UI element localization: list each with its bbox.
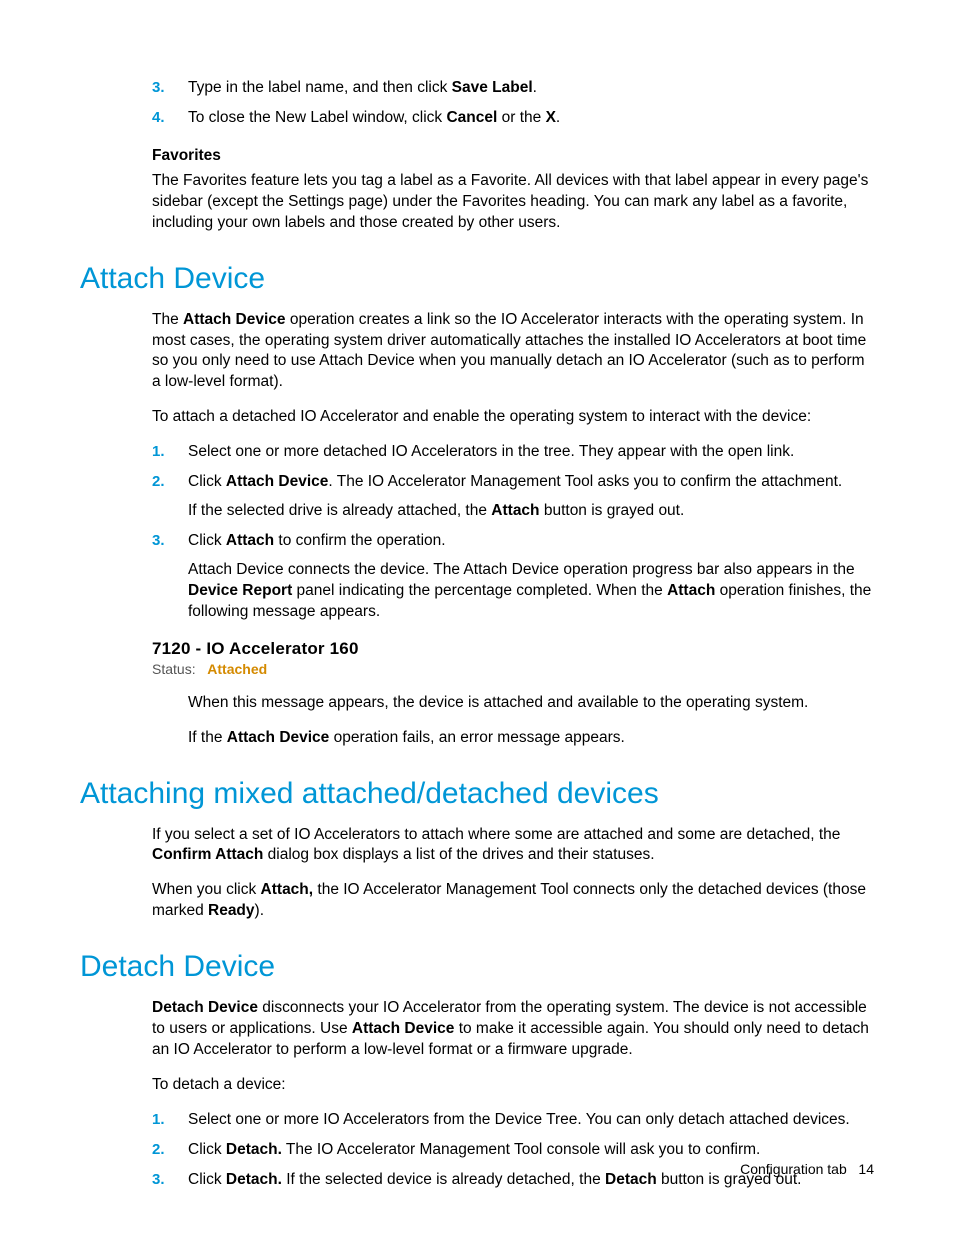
status-line: Status: Attached: [152, 661, 874, 677]
favorites-heading: Favorites: [152, 147, 874, 165]
intro-steps: 3. Type in the label name, and then clic…: [152, 78, 874, 129]
attach-device-heading: Attach Device: [80, 262, 874, 296]
step-followup: If the selected drive is already attache…: [188, 501, 874, 522]
footer-section: Configuration tab: [740, 1161, 847, 1177]
favorites-text: The Favorites feature lets you tag a lab…: [152, 171, 874, 234]
mixed-p2: When you click Attach, the IO Accelerato…: [152, 880, 874, 922]
attach-step-2: 2. Click Attach Device. The IO Accelerat…: [152, 472, 874, 522]
status-message: 7120 - IO Accelerator 160 Status: Attach…: [152, 639, 874, 677]
attach-step-3: 3. Click Attach to confirm the operation…: [152, 531, 874, 623]
step-text: To close the New Label window, click Can…: [188, 109, 560, 126]
step-number: 3.: [152, 1170, 165, 1190]
step-number: 2.: [152, 1140, 165, 1160]
detach-step-1: 1. Select one or more IO Accelerators fr…: [152, 1110, 874, 1131]
attach-lead: To attach a detached IO Accelerator and …: [152, 407, 874, 428]
attach-step-1: 1. Select one or more detached IO Accele…: [152, 442, 874, 463]
attach-after-2: If the Attach Device operation fails, an…: [188, 728, 874, 749]
step-number: 1.: [152, 442, 165, 462]
step-text: Click Attach to confirm the operation.: [188, 532, 446, 549]
step-number: 3.: [152, 78, 165, 98]
step-text: Click Detach. The IO Accelerator Managem…: [188, 1141, 760, 1158]
status-label: Status:: [152, 661, 196, 677]
step-text: Click Detach. If the selected device is …: [188, 1171, 801, 1188]
step-text: Select one or more IO Accelerators from …: [188, 1111, 850, 1128]
page-footer: Configuration tab 14: [740, 1161, 874, 1177]
mixed-heading: Attaching mixed attached/detached device…: [80, 777, 874, 811]
attach-intro: The Attach Device operation creates a li…: [152, 310, 874, 394]
detach-steps: 1. Select one or more IO Accelerators fr…: [152, 1110, 874, 1191]
detach-heading: Detach Device: [80, 950, 874, 984]
step-text: Click Attach Device. The IO Accelerator …: [188, 473, 842, 490]
step-number: 1.: [152, 1110, 165, 1130]
mixed-p1: If you select a set of IO Accelerators t…: [152, 825, 874, 867]
footer-page: 14: [858, 1161, 874, 1177]
detach-p2: To detach a device:: [152, 1075, 874, 1096]
step-number: 3.: [152, 531, 165, 551]
step-followup: Attach Device connects the device. The A…: [188, 560, 874, 623]
step-text: Select one or more detached IO Accelerat…: [188, 443, 794, 460]
detach-p1: Detach Device disconnects your IO Accele…: [152, 998, 874, 1061]
attach-after-1: When this message appears, the device is…: [188, 693, 874, 714]
attach-steps: 1. Select one or more detached IO Accele…: [152, 442, 874, 622]
intro-step-4: 4. To close the New Label window, click …: [152, 108, 874, 129]
detach-step-2: 2. Click Detach. The IO Accelerator Mana…: [152, 1140, 874, 1161]
step-number: 2.: [152, 472, 165, 492]
step-number: 4.: [152, 108, 165, 128]
intro-step-3: 3. Type in the label name, and then clic…: [152, 78, 874, 99]
status-value: Attached: [207, 661, 267, 677]
status-title: 7120 - IO Accelerator 160: [152, 639, 874, 659]
step-text: Type in the label name, and then click S…: [188, 79, 537, 96]
